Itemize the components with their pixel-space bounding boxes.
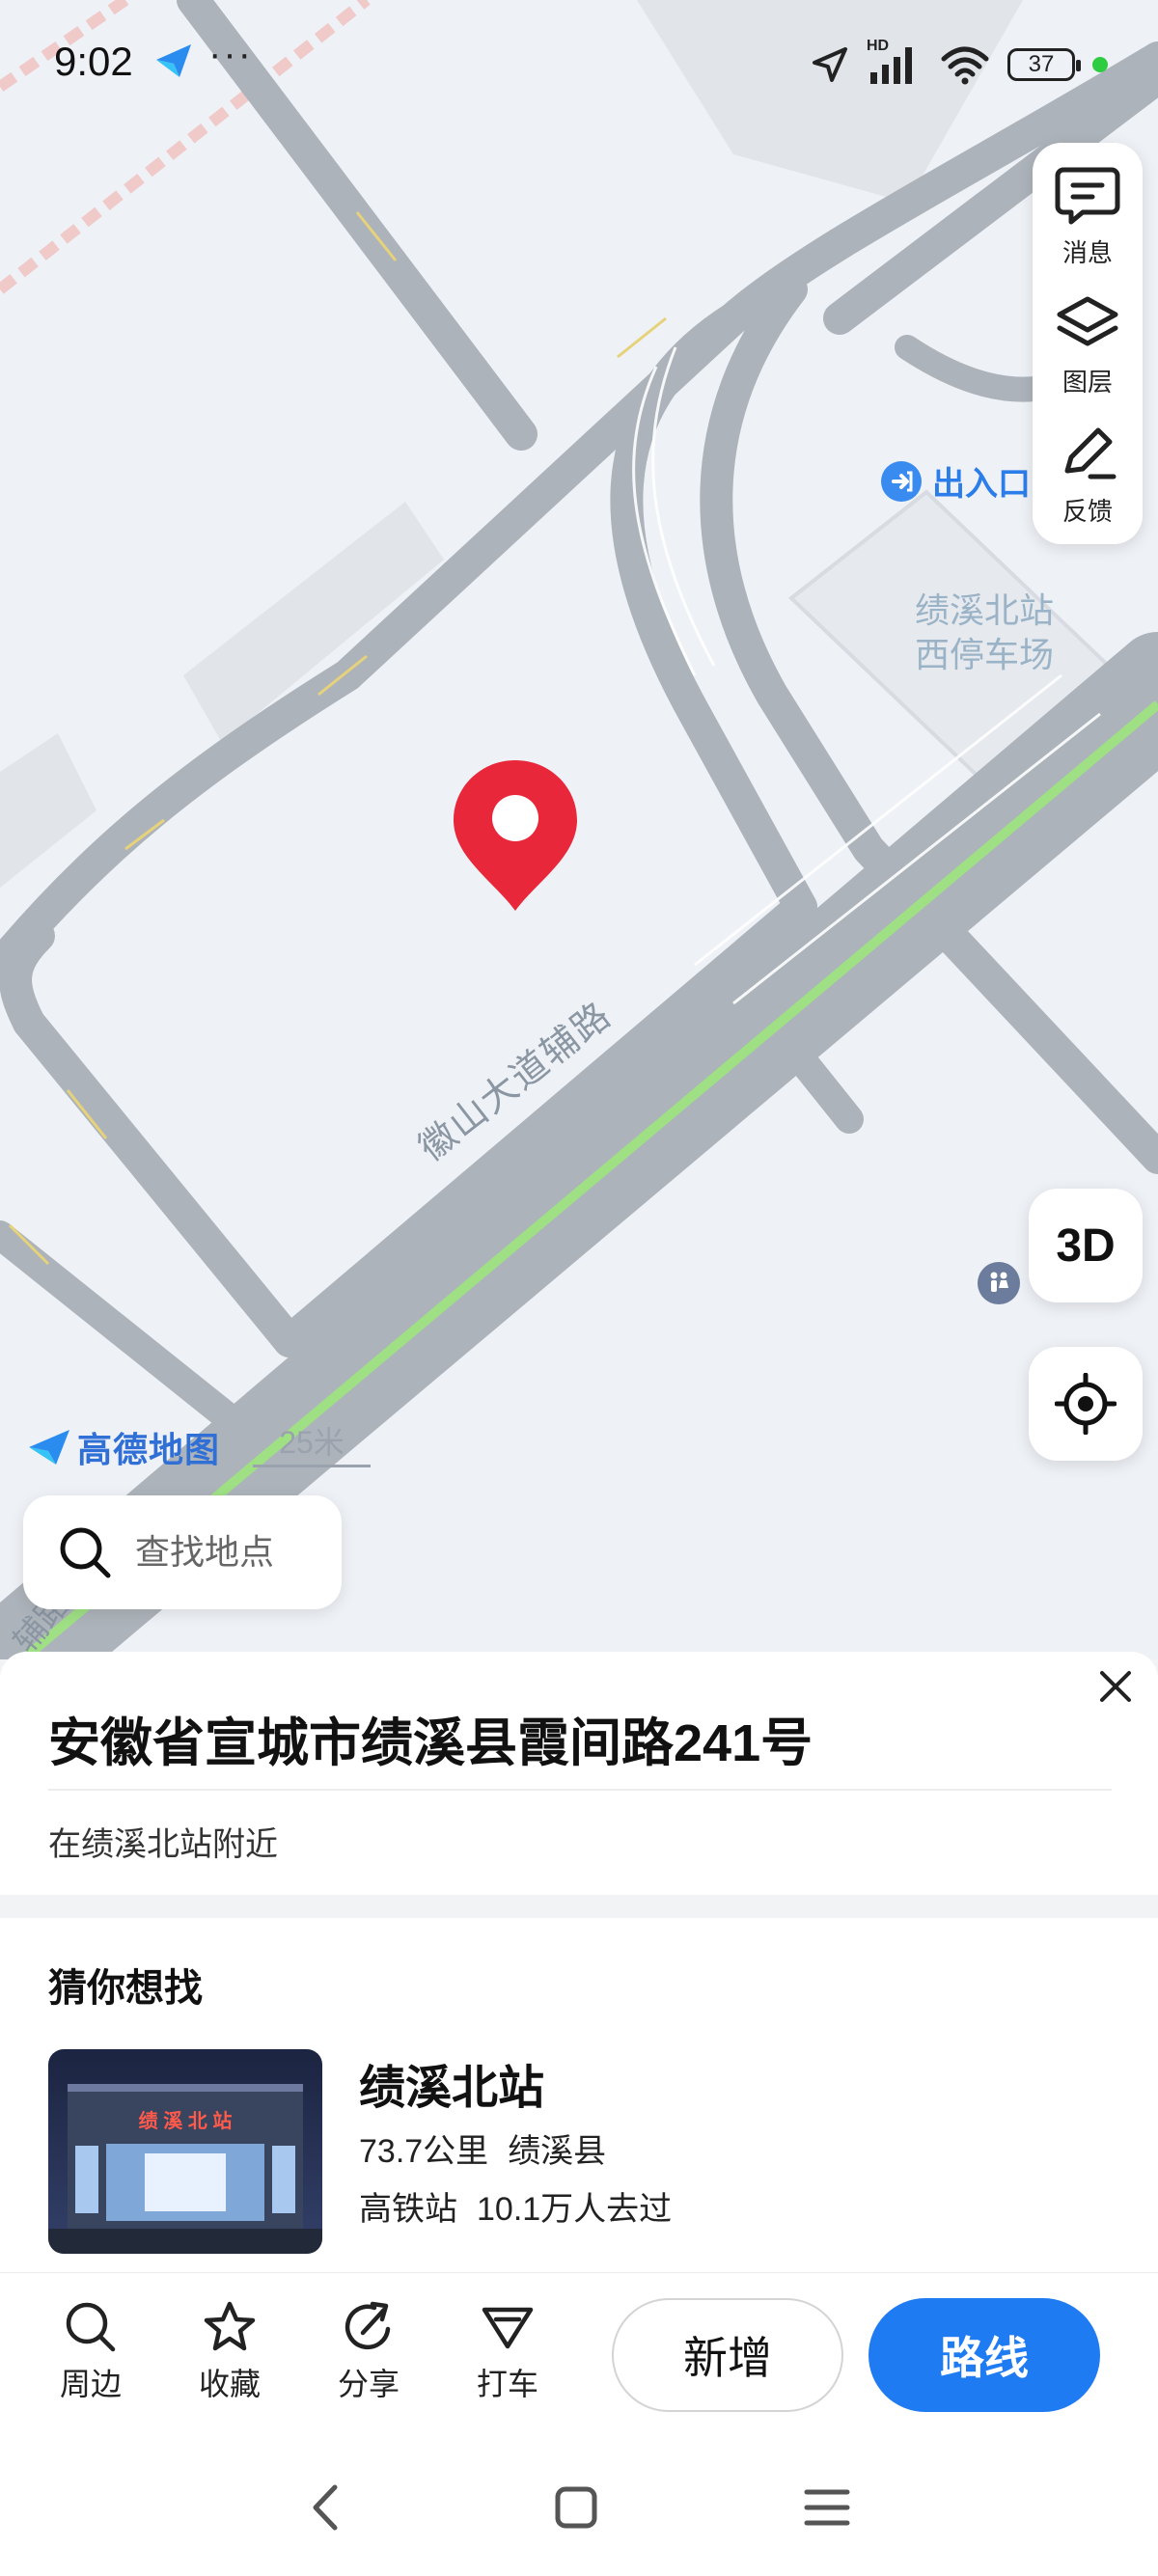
wifi-icon <box>941 46 989 85</box>
share-label: 分享 <box>337 2367 400 2401</box>
search-box[interactable] <box>23 1495 342 1609</box>
station-sign: 绩 溪 北 站 <box>138 2111 233 2132</box>
feedback-button[interactable]: 反馈 <box>1033 423 1143 548</box>
address-card: 安徽省宣城市绩溪县霞间路241号 在绩溪北站附近 <box>0 1652 1158 1895</box>
brand-name: 高德地图 <box>77 1430 221 1469</box>
status-icons: HD 37 <box>811 38 1108 91</box>
address-title: 安徽省宣城市绩溪县霞间路241号 <box>48 1714 813 1772</box>
close-icon[interactable] <box>1094 1665 1137 1708</box>
route-button[interactable]: 路线 <box>868 2298 1100 2412</box>
map-tool-panel: 消息 图层 反馈 <box>1033 143 1143 544</box>
chevron-left-icon <box>313 2484 338 2531</box>
search-icon <box>60 1527 111 1578</box>
layers-icon <box>1057 296 1118 346</box>
square-home-icon <box>555 2486 597 2529</box>
status-time: 9:02 <box>54 39 133 84</box>
scale-bar <box>253 1465 371 1467</box>
privacy-indicator-dot <box>1092 57 1108 72</box>
search-input[interactable] <box>133 1531 330 1574</box>
map-brand-logo: 高德地图 <box>27 1422 220 1472</box>
map-view[interactable]: 出入口 绩溪北站 西停车场 徽山大道辅路 辅路 消息 图层 反馈 3D 高德地图… <box>0 0 1158 1659</box>
suggestion-card: 猜你想找 绩 溪 北 站 绩溪北站 73.7公里 绩溪县 高铁站 10.1万人去… <box>0 1918 1158 2323</box>
station-tags: 高铁站 10.1万人去过 <box>359 2182 672 2230</box>
station-thumbnail[interactable]: 绩 溪 北 站 <box>48 2049 322 2254</box>
add-button[interactable]: 新增 <box>612 2298 843 2412</box>
share-icon <box>345 2301 391 2350</box>
amap-notification-icon <box>156 44 191 77</box>
amap-logo-icon <box>29 1430 69 1465</box>
messages-button[interactable]: 消息 <box>1033 164 1143 289</box>
feedback-edit-icon <box>1064 427 1117 480</box>
layers-label: 图层 <box>1062 368 1113 397</box>
status-more-icon: ··· <box>208 33 253 75</box>
scale-value: 25米 <box>279 1425 345 1460</box>
signal-icon: HD <box>867 38 923 86</box>
battery-icon: 37 <box>1007 48 1081 81</box>
status-bar: 9:02 ··· HD 37 <box>0 0 1158 135</box>
taxi-icon <box>482 2307 534 2349</box>
favorite-label: 收藏 <box>198 2367 261 2401</box>
layers-button[interactable]: 图层 <box>1033 293 1143 419</box>
entrance-label: 出入口 <box>932 466 1031 503</box>
share-button[interactable]: 分享 <box>320 2300 417 2404</box>
crosshair-locate-icon <box>1055 1373 1117 1435</box>
nav-back-button[interactable] <box>291 2474 359 2541</box>
location-arrow-icon <box>813 47 847 82</box>
station-visits: 10.1万人去过 <box>477 2191 673 2228</box>
taxi-label: 打车 <box>476 2367 538 2401</box>
station-region: 绩溪县 <box>508 2133 607 2170</box>
favorite-button[interactable]: 收藏 <box>181 2300 278 2404</box>
nav-home-button[interactable] <box>542 2474 610 2541</box>
locate-me-button[interactable] <box>1029 1347 1143 1461</box>
map-scale: 25米 <box>253 1418 371 1467</box>
station-name[interactable]: 绩溪北站 <box>359 2049 544 2117</box>
nearby-label: 周边 <box>59 2367 122 2401</box>
station-type: 高铁站 <box>359 2191 457 2228</box>
star-icon <box>204 2301 256 2351</box>
divider <box>48 1789 1112 1791</box>
action-bar: 周边 收藏 分享 打车 新增 路线 <box>0 2272 1158 2438</box>
address-nearby: 在绩溪北站附近 <box>48 1826 278 1863</box>
parking-lot-label[interactable]: 绩溪北站 西停车场 <box>878 589 1090 677</box>
search-nearby-icon <box>66 2302 116 2352</box>
location-pin-icon[interactable] <box>450 756 581 915</box>
station-meta: 73.7公里 绩溪县 <box>359 2124 606 2172</box>
station-distance: 73.7公里 <box>359 2133 489 2170</box>
nav-menu-button[interactable] <box>793 2474 861 2541</box>
entrance-marker[interactable]: 出入口 <box>880 457 1031 505</box>
messages-label: 消息 <box>1062 238 1113 267</box>
suggestion-title: 猜你想找 <box>48 1967 203 2010</box>
place-detail-sheet: 安徽省宣城市绩溪县霞间路241号 在绩溪北站附近 猜你想找 绩 溪 北 站 绩溪… <box>0 1652 1158 2576</box>
restroom-poi-icon[interactable] <box>978 1262 1020 1304</box>
feedback-label: 反馈 <box>1062 497 1113 526</box>
taxi-button[interactable]: 打车 <box>459 2300 556 2404</box>
3d-toggle-button[interactable]: 3D <box>1029 1189 1143 1302</box>
menu-icon <box>804 2489 850 2526</box>
message-icon <box>1055 167 1120 225</box>
nearby-button[interactable]: 周边 <box>42 2300 139 2404</box>
system-nav-bar <box>0 2437 1158 2576</box>
entrance-icon <box>881 460 922 502</box>
